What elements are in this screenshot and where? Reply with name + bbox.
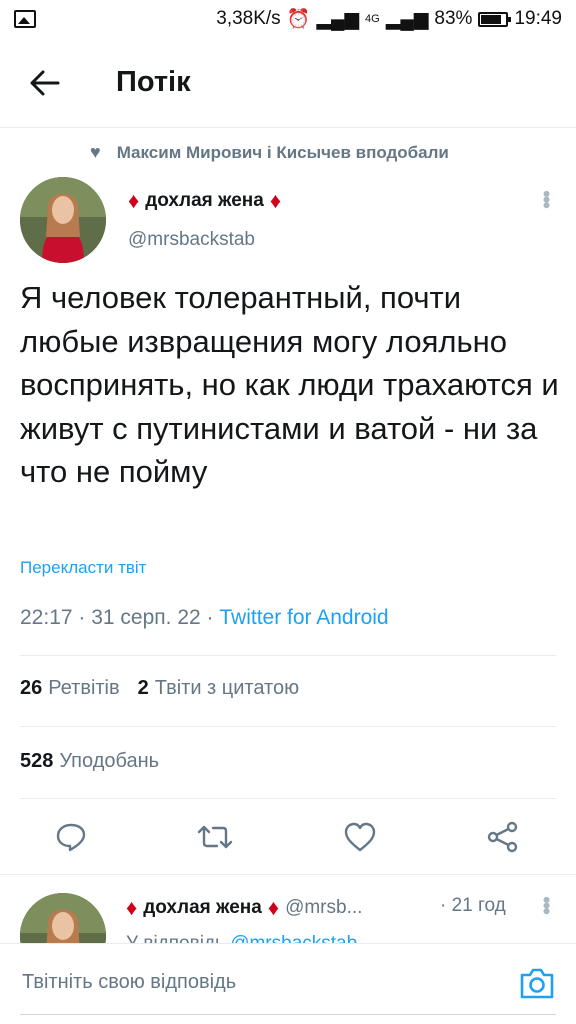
author-name[interactable]: ♦ дохлая жена ♦: [128, 188, 281, 214]
like-icon[interactable]: [335, 812, 385, 862]
back-arrow-icon[interactable]: [0, 38, 90, 128]
likes-label: Уподобань: [59, 750, 160, 772]
retweet-stats: 26 Ретвітів 2 Твіти з цитатою: [20, 677, 299, 700]
divider: [20, 726, 556, 727]
reply-to-prefix: У відповідь: [126, 933, 225, 943]
status-bar: 3,38K/s ⏰ ▂▄▆ 4G ▂▄▆ 83% 19:49: [0, 0, 576, 38]
diamond-icon: ♦: [128, 188, 140, 213]
diamond-icon: ♦: [269, 188, 282, 213]
reply-icon[interactable]: [46, 812, 96, 862]
page-title: Потік: [116, 66, 191, 98]
tweet-actions: [0, 812, 576, 862]
heart-icon: ♥: [90, 142, 101, 162]
diamond-icon: ♦: [267, 895, 280, 920]
likes-stat[interactable]: 528 Уподобань: [20, 750, 159, 773]
clock: 19:49: [514, 8, 562, 29]
author-handle[interactable]: @mrsbackstab: [128, 229, 255, 251]
network-type: 4G: [365, 13, 380, 25]
reply-author-name: дохлая жена: [143, 897, 262, 918]
tweet-source-app[interactable]: Twitter for Android: [219, 606, 388, 629]
quotes-count: 2: [137, 677, 149, 699]
reply-author[interactable]: ♦ дохлая жена ♦ @mrsb...: [126, 895, 362, 921]
tweet-date: 31 серп. 22: [91, 606, 201, 629]
more-options-icon[interactable]: •••: [534, 190, 559, 207]
retweet-icon[interactable]: [190, 812, 240, 862]
diamond-icon: ♦: [126, 895, 138, 920]
divider: [20, 798, 556, 799]
reply-time-value: 21 год: [451, 895, 506, 916]
meta-separator: ·: [206, 606, 220, 629]
reply-compose-bar: Твітніть свою відповідь: [0, 943, 576, 1024]
liked-by-text: Максим Мирович і Кисычев вподобали: [116, 142, 449, 162]
author-avatar[interactable]: [20, 177, 106, 263]
likes-count: 528: [20, 750, 54, 772]
camera-icon[interactable]: [518, 966, 556, 1000]
quotes-label: Твіти з цитатою: [154, 677, 300, 699]
battery-icon: [478, 11, 512, 27]
reply-tweet-preview[interactable]: ♦ дохлая жена ♦ @mrsb... · 21 год ••• У …: [0, 875, 576, 943]
retweets-label: Ретвітів: [48, 677, 120, 699]
retweets-count: 26: [20, 677, 43, 699]
signal-icon-2: ▂▄▆: [385, 8, 429, 30]
gallery-notification-icon: [14, 10, 36, 28]
battery-percent: 83%: [434, 8, 473, 29]
divider: [20, 655, 556, 656]
network-speed: 3,38K/s: [216, 8, 281, 29]
reply-author-handle: @mrsb...: [285, 897, 363, 918]
alarm-icon: ⏰: [286, 9, 311, 30]
reply-time: · 21 год: [440, 895, 506, 916]
app-header: Потік: [0, 38, 576, 128]
reply-input[interactable]: Твітніть свою відповідь: [22, 971, 236, 994]
tweet-time: 22:17: [20, 606, 73, 629]
author-name-text: дохлая жена: [145, 190, 264, 211]
reply-to-handle[interactable]: @mrsbackstab: [230, 933, 357, 943]
meta-separator: ·: [78, 606, 92, 629]
signal-icon: ▂▄▆: [316, 8, 360, 30]
reply-to-line: У відповідь @mrsbackstab: [126, 933, 357, 943]
translate-tweet-link[interactable]: Перекласти твіт: [20, 558, 146, 578]
tweet-text: Я человек толерантный, почти любые извра…: [20, 280, 559, 489]
tweet-meta: 22:17 · 31 серп. 22 · Twitter for Androi…: [20, 606, 389, 630]
reply-more-options-icon[interactable]: •••: [534, 896, 559, 913]
retweets-stat[interactable]: 26 Ретвітів: [20, 677, 120, 700]
reply-author-avatar[interactable]: [20, 893, 106, 943]
compose-underline: [20, 1014, 556, 1015]
share-icon[interactable]: [478, 812, 528, 862]
liked-by-context[interactable]: ♥ Максим Мирович і Кисычев вподобали: [90, 142, 449, 163]
quotes-stat[interactable]: 2 Твіти з цитатою: [138, 677, 299, 700]
